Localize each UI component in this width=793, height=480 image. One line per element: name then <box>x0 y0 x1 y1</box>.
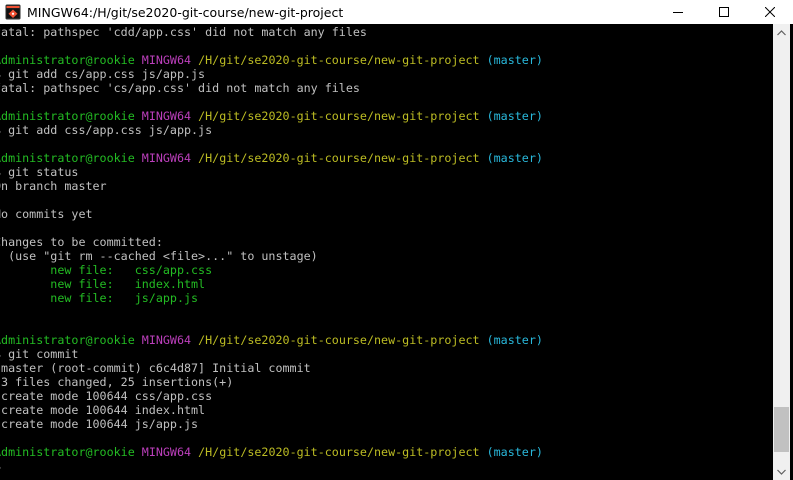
terminal-text-segment: (master) <box>486 151 543 165</box>
terminal-line: On branch master <box>0 179 543 193</box>
terminal-line: (use "git rm --cached <file>..." to unst… <box>0 249 543 263</box>
chevron-up-icon <box>777 29 786 35</box>
terminal-text-segment: MINGW64 <box>141 151 192 165</box>
terminal-text-segment: /H/git/se2020-git-course/new-git-project <box>198 109 480 123</box>
terminal-text-segment: /H/git/se2020-git-course/new-git-project <box>198 445 480 459</box>
close-button[interactable] <box>747 0 793 24</box>
scroll-thumb[interactable] <box>774 406 789 452</box>
terminal-text-segment: $ git commit <box>0 347 79 361</box>
terminal-text-segment: (master) <box>486 53 543 67</box>
terminal-output[interactable]: fatal: pathspec 'cdd/app.css' did not ma… <box>0 24 773 480</box>
terminal-line: create mode 100644 js/app.js <box>0 417 543 431</box>
terminal-line: [master (root-commit) c6c4d87] Initial c… <box>0 361 543 375</box>
title-bar[interactable]: MINGW64:/H/git/se2020-git-course/new-git… <box>0 0 793 24</box>
terminal-line: create mode 100644 index.html <box>0 403 543 417</box>
terminal-text-segment: /H/git/se2020-git-course/new-git-project <box>198 333 480 347</box>
terminal-line: Administrator@rookie MINGW64 /H/git/se20… <box>0 445 543 459</box>
close-icon <box>765 7 775 17</box>
terminal-line: Administrator@rookie MINGW64 /H/git/se20… <box>0 109 543 123</box>
terminal-text-segment: [master (root-commit) c6c4d87] Initial c… <box>0 361 311 375</box>
terminal-line: new file: index.html <box>0 277 543 291</box>
terminal-text-segment: MINGW64 <box>141 109 192 123</box>
terminal-text-segment: fatal: pathspec 'cdd/app.css' did not ma… <box>0 25 367 39</box>
terminal-line: $ git add cs/app.css js/app.js <box>0 67 543 81</box>
terminal-lines: fatal: pathspec 'cdd/app.css' did not ma… <box>0 25 543 473</box>
terminal-line: Administrator@rookie MINGW64 /H/git/se20… <box>0 53 543 67</box>
terminal-text-segment: MINGW64 <box>141 445 192 459</box>
chevron-down-icon <box>777 469 786 475</box>
terminal-line: fatal: pathspec 'cdd/app.css' did not ma… <box>0 25 543 39</box>
terminal-text-segment: new file: js/app.js <box>0 291 199 305</box>
terminal-text-segment: Changes to be committed: <box>0 235 163 249</box>
maximize-icon <box>719 7 729 17</box>
terminal-text-segment: Administrator@rookie <box>0 445 135 459</box>
terminal-text-segment: /H/git/se2020-git-course/new-git-project <box>198 151 480 165</box>
terminal-text-segment: Administrator@rookie <box>0 53 135 67</box>
scroll-down-button[interactable] <box>773 463 790 480</box>
terminal-line: Administrator@rookie MINGW64 /H/git/se20… <box>0 333 543 347</box>
terminal-text-segment: $ git status <box>0 165 79 179</box>
terminal-text-segment: $ git add css/app.css js/app.js <box>0 123 213 137</box>
terminal-text-segment: create mode 100644 css/app.css <box>0 389 213 403</box>
terminal-text-segment: (master) <box>486 445 543 459</box>
terminal-line: No commits yet <box>0 207 543 221</box>
terminal-text-segment: No commits yet <box>0 207 93 221</box>
terminal-text-segment: new file: index.html <box>0 277 206 291</box>
terminal-line: 3 files changed, 25 insertions(+) <box>0 375 543 389</box>
terminal-window: MINGW64:/H/git/se2020-git-course/new-git… <box>0 0 793 480</box>
terminal-text-segment: create mode 100644 js/app.js <box>0 417 199 431</box>
terminal-line: new file: css/app.css <box>0 263 543 277</box>
terminal-text-segment: create mode 100644 index.html <box>0 403 206 417</box>
terminal-text-segment: $ <box>0 459 1 473</box>
minimize-icon <box>673 12 683 13</box>
terminal-text-segment: Administrator@rookie <box>0 151 135 165</box>
terminal-text-segment: 3 files changed, 25 insertions(+) <box>0 375 234 389</box>
terminal-line: new file: js/app.js <box>0 291 543 305</box>
terminal-text-segment: new file: css/app.css <box>0 263 213 277</box>
window-title: MINGW64:/H/git/se2020-git-course/new-git… <box>27 4 344 20</box>
vertical-scrollbar[interactable] <box>773 24 790 480</box>
terminal-line: $ <box>0 459 543 473</box>
terminal-text-segment: fatal: pathspec 'cs/app.css' did not mat… <box>0 81 360 95</box>
terminal-line: Changes to be committed: <box>0 235 543 249</box>
maximize-button[interactable] <box>701 0 747 24</box>
terminal-line: $ git status <box>0 165 543 179</box>
terminal-text-segment: (master) <box>486 333 543 347</box>
git-bash-icon <box>5 4 21 20</box>
terminal-text-segment: On branch master <box>0 179 107 193</box>
terminal-line: $ git add css/app.css js/app.js <box>0 123 543 137</box>
terminal-text-segment: (use "git rm --cached <file>..." to unst… <box>0 249 318 263</box>
terminal-line: Administrator@rookie MINGW64 /H/git/se20… <box>0 151 543 165</box>
terminal-text-segment: MINGW64 <box>141 333 192 347</box>
minimize-button[interactable] <box>655 0 701 24</box>
terminal-line: fatal: pathspec 'cs/app.css' did not mat… <box>0 81 543 95</box>
terminal-text-segment: Administrator@rookie <box>0 333 135 347</box>
terminal-text-segment: MINGW64 <box>141 53 192 67</box>
terminal-text-segment: $ git add cs/app.css js/app.js <box>0 67 206 81</box>
terminal-text-segment: /H/git/se2020-git-course/new-git-project <box>198 53 480 67</box>
terminal-line: $ git commit <box>0 347 543 361</box>
terminal-text-segment: (master) <box>486 109 543 123</box>
terminal-text-segment: Administrator@rookie <box>0 109 135 123</box>
scroll-up-button[interactable] <box>773 24 790 41</box>
terminal-line: create mode 100644 css/app.css <box>0 389 543 403</box>
